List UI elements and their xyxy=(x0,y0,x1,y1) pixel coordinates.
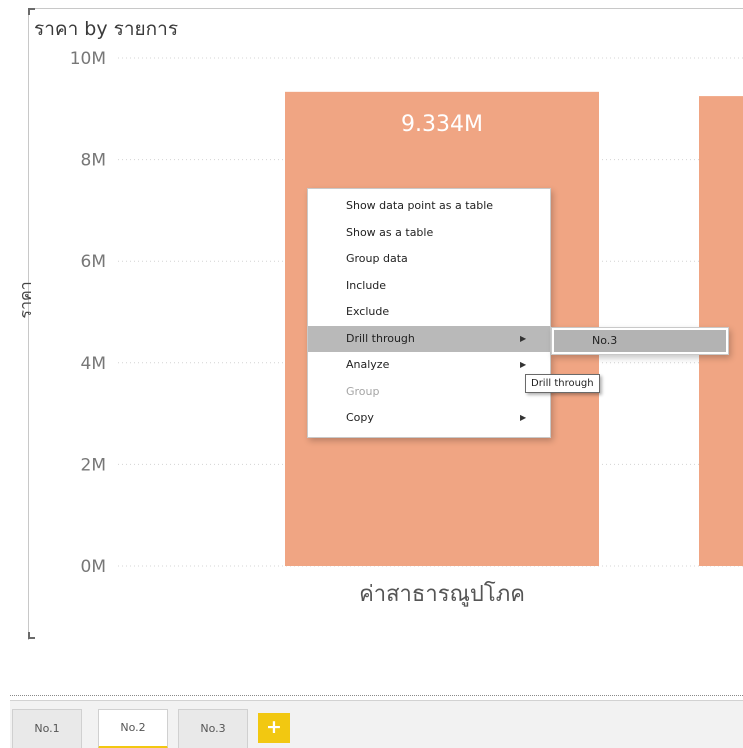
menu-item-show-data-point-as-table[interactable]: Show data point as a table xyxy=(308,193,550,220)
chart-title: ราคา by รายการ xyxy=(34,18,179,40)
add-page-button[interactable]: + xyxy=(258,713,290,743)
menu-item-label: Analyze xyxy=(346,358,390,371)
y-tick-label: 0M xyxy=(81,557,106,577)
submenu-item-label: No.3 xyxy=(592,334,618,347)
page-tab-no2[interactable]: No.2 xyxy=(98,709,168,748)
menu-item-analyze[interactable]: Analyze ▶ xyxy=(308,352,550,379)
menu-item-exclude[interactable]: Exclude xyxy=(308,299,550,326)
y-tick-label: 8M xyxy=(81,151,106,171)
drill-through-submenu: No.3 xyxy=(551,327,729,355)
submenu-item-no3[interactable]: No.3 xyxy=(554,330,726,352)
submenu-arrow-icon: ▶ xyxy=(520,413,527,422)
submenu-arrow-icon: ▶ xyxy=(520,333,527,343)
menu-item-copy[interactable]: Copy ▶ xyxy=(308,405,550,432)
menu-item-label: Copy xyxy=(346,411,374,424)
y-tick-label: 6M xyxy=(81,252,106,272)
menu-item-label: Group xyxy=(346,384,380,398)
menu-item-label: Show as a table xyxy=(346,225,434,239)
menu-item-label: Include xyxy=(346,278,387,292)
menu-item-drill-through[interactable]: Drill through ▶ xyxy=(308,325,550,352)
menu-item-label: Group data xyxy=(346,252,408,265)
menu-item-label: Drill through xyxy=(346,331,415,345)
menu-item-show-as-table[interactable]: Show as a table xyxy=(308,220,550,247)
menu-item-group: Group xyxy=(308,379,550,406)
page-tab-no3[interactable]: No.3 xyxy=(178,709,248,748)
report-canvas: 0M 2M 4M 6M 8M 10M 9.334M ค่าสาธารณูปโภค ราคา b… xyxy=(0,0,743,748)
y-tick-label: 4M xyxy=(81,354,106,374)
page-tab-no1[interactable]: No.1 xyxy=(12,709,82,748)
x-category-label: ค่าสาธารณูปโภค xyxy=(359,581,525,607)
tabs-divider xyxy=(10,695,743,696)
bar-data-label: 9.334M xyxy=(401,112,483,137)
menu-item-group-data[interactable]: Group data xyxy=(308,246,550,273)
page-tabs-bar: No.1 No.2 No.3 + xyxy=(10,700,743,748)
context-menu: Show data point as a table Show as a tab… xyxy=(307,188,551,438)
y-axis-title: ราคา xyxy=(16,281,36,319)
y-tick-label: 2M xyxy=(81,455,106,475)
drill-through-tooltip: Drill through xyxy=(525,374,600,393)
y-tick-label: 10M xyxy=(70,49,106,69)
menu-item-label: Show data point as a table xyxy=(346,199,494,212)
menu-item-include[interactable]: Include xyxy=(308,273,550,300)
menu-item-label: Exclude xyxy=(346,305,390,318)
